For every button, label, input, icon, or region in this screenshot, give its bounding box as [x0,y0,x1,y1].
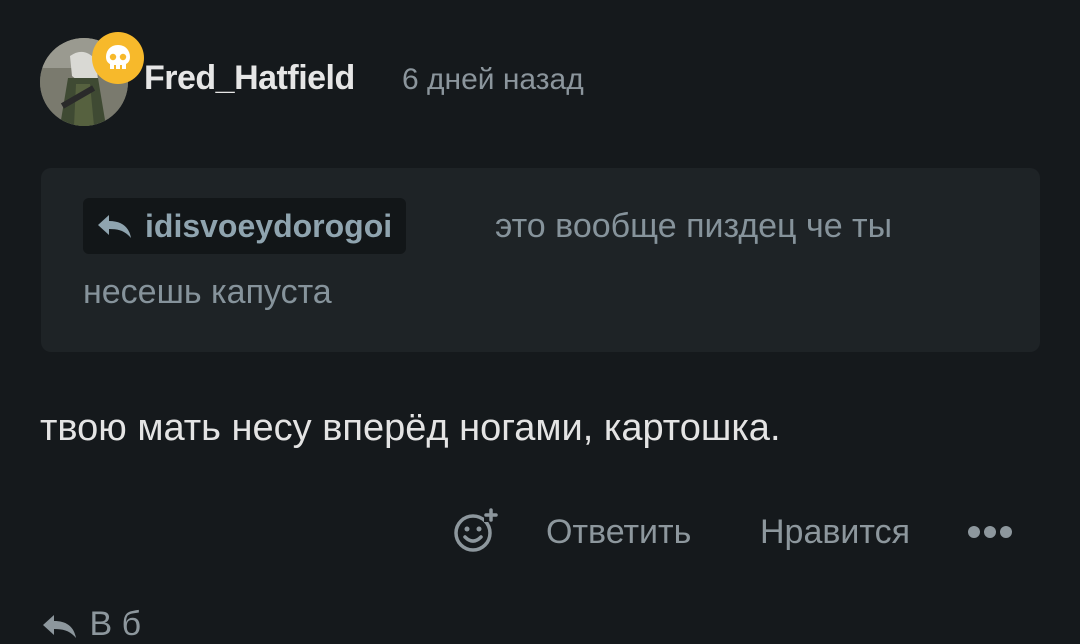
comment: Fred_Hatfield 6 дней назад idisvoeydorog… [0,0,1080,643]
quote-text-line1: это вообще пиздец че ты [495,207,893,245]
react-button[interactable] [452,508,498,554]
quoted-reply[interactable]: idisvoeydorogoi это вообще пиздец че ты … [41,168,1040,352]
reply-button[interactable]: Ответить [546,508,691,556]
comment-text: твою мать несу вперёд ногами, картошка. [40,407,781,449]
author-name[interactable]: Fred_Hatfield [144,56,355,100]
skull-icon [106,45,130,69]
quote-text-line2: несешь капуста [83,273,332,311]
timestamp: 6 дней назад [402,63,584,96]
next-reply-preview[interactable]: В б [40,604,141,644]
emoji-add-icon [454,508,498,552]
like-button[interactable]: Нравится [760,508,910,556]
badge [92,32,144,84]
reply-to-username[interactable]: idisvoeydorogoi [145,198,392,254]
reply-arrow-icon [98,215,131,238]
more-button[interactable] [966,516,1014,548]
reply-arrow-icon [43,615,76,639]
more-icon [968,526,1012,538]
next-reply-text: В б [89,605,142,643]
reply-chip[interactable]: idisvoeydorogoi [83,198,407,254]
comment-actions: Ответить Нравится [0,500,1080,564]
